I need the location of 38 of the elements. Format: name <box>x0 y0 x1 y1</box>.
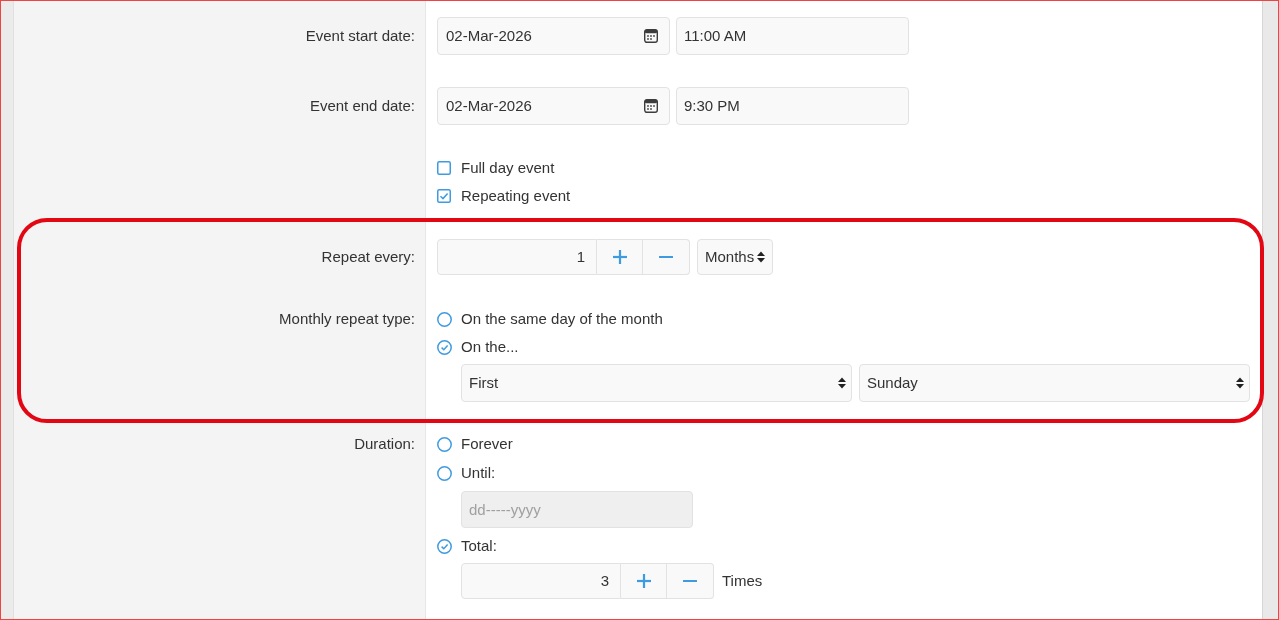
dropdown[interactable]: First <box>461 364 852 402</box>
plus-icon <box>636 574 651 588</box>
checkbox[interactable] <box>437 189 451 203</box>
calendar-icon <box>644 99 658 113</box>
radio-label[interactable]: Forever <box>461 433 513 456</box>
unit-label: Times <box>722 570 763 591</box>
calendar-icon <box>644 29 658 43</box>
radio-button[interactable] <box>437 539 452 554</box>
unit-dropdown[interactable]: Months <box>697 239 774 275</box>
radio-label[interactable]: Total: <box>461 535 497 558</box>
minus-icon <box>659 255 673 259</box>
checkbox-label[interactable]: Full day event <box>461 156 555 180</box>
field-label: Repeat every: <box>321 246 415 267</box>
field-label: Event start date: <box>305 25 415 46</box>
radio-button[interactable] <box>437 340 452 355</box>
updown-caret-icon <box>1236 377 1244 389</box>
increment-button[interactable] <box>621 563 667 599</box>
plus-icon <box>612 250 627 264</box>
radio-label[interactable]: On the... <box>461 336 519 359</box>
time-field[interactable]: 11:00 AM <box>676 17 909 55</box>
checkbox[interactable] <box>437 161 451 175</box>
increment-button[interactable] <box>597 239 643 275</box>
checkbox-label[interactable]: Repeating event <box>461 184 571 208</box>
date-field[interactable]: 02-Mar-2026 <box>437 17 670 55</box>
date-field[interactable]: 02-Mar-2026 <box>437 87 670 125</box>
updown-caret-icon <box>757 251 766 263</box>
radio-button[interactable] <box>437 437 452 452</box>
field-label: Duration: <box>354 434 415 455</box>
radio-button[interactable] <box>437 311 452 327</box>
field-label: Monthly repeat type: <box>279 308 415 329</box>
updown-caret-icon <box>838 377 846 389</box>
minus-icon <box>683 579 697 583</box>
field-label: Event end date: <box>309 95 415 116</box>
number-field[interactable]: 3 <box>461 563 621 599</box>
radio-label[interactable]: On the same day of the month <box>461 307 663 331</box>
time-field[interactable]: 9:30 PM <box>676 87 909 125</box>
dropdown[interactable]: Sunday <box>859 364 1250 402</box>
number-field[interactable]: 1 <box>437 239 597 275</box>
